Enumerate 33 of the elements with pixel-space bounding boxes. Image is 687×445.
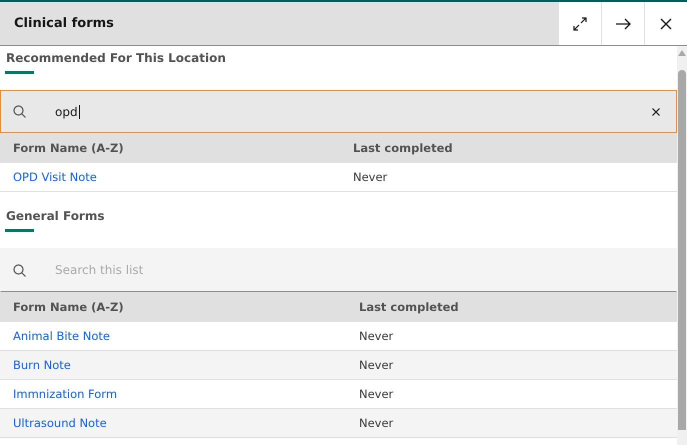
form-link[interactable]: OPD Visit Note: [13, 170, 97, 184]
close-icon: [660, 18, 672, 30]
search-field[interactable]: opd: [0, 90, 677, 133]
title-underline: [5, 71, 34, 74]
form-link[interactable]: Burn Note: [13, 358, 71, 372]
form-link[interactable]: Immnization Form: [13, 387, 118, 401]
scroll-up-icon[interactable]: [678, 50, 686, 56]
title-underline: [5, 229, 34, 232]
maximize-icon: [573, 16, 587, 30]
clear-icon[interactable]: [652, 108, 660, 116]
section-title: Recommended For This Location: [5, 50, 227, 66]
table-cell: Never: [359, 358, 394, 372]
search-icon: [13, 105, 26, 118]
scrollbar[interactable]: [677, 46, 687, 445]
panel-title: Clinical forms: [13, 15, 115, 33]
maximize-button[interactable]: [558, 2, 601, 45]
table-cell: Never: [359, 329, 394, 343]
search-icon: [13, 264, 26, 276]
arrow-right-icon: [615, 18, 631, 30]
arrow-button[interactable]: [601, 2, 644, 45]
table-cell: Never: [353, 170, 388, 184]
column-header[interactable]: Last completed: [353, 141, 453, 155]
column-header[interactable]: Last completed: [359, 300, 459, 314]
column-header[interactable]: Form Name (A-Z): [0, 141, 353, 155]
search-placeholder: Search this list: [55, 263, 144, 277]
table-cell: Never: [359, 387, 394, 401]
column-header[interactable]: Form Name (A-Z): [0, 300, 359, 314]
search-text: opd: [55, 104, 80, 118]
section-title: General Forms: [5, 208, 106, 224]
table-cell: Never: [359, 416, 394, 430]
form-link[interactable]: Ultrasound Note: [13, 416, 107, 430]
form-link[interactable]: Animal Bite Note: [13, 329, 110, 343]
close-button[interactable]: [644, 2, 687, 45]
